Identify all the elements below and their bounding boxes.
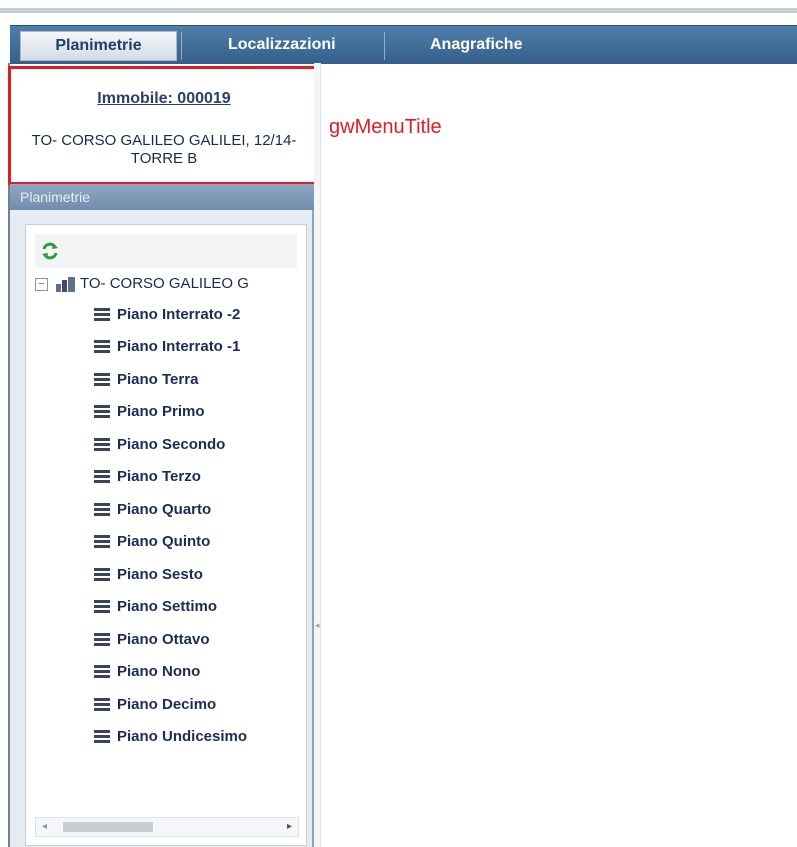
layers-icon [94, 438, 110, 451]
layers-icon [94, 600, 110, 613]
tree-root-label: TO- CORSO GALILEO G [80, 275, 249, 292]
floor-label: Piano Secondo [117, 436, 226, 453]
floor-label: Piano Decimo [117, 696, 217, 713]
tab-bar: Planimetrie Localizzazioni Anagrafiche [10, 25, 797, 64]
panel-header[interactable]: Planimetrie [10, 184, 314, 210]
top-strip [0, 0, 797, 13]
tab-separator [384, 32, 385, 60]
layers-icon [94, 698, 110, 711]
layers-icon [94, 308, 110, 321]
tab-anagrafiche[interactable]: Anagrafiche [430, 26, 522, 64]
tab-localizzazioni[interactable]: Localizzazioni [228, 26, 336, 64]
floor-label: Piano Interrato -2 [117, 306, 241, 323]
floor-label: Piano Terra [117, 371, 199, 388]
floor-label: Piano Quinto [117, 533, 211, 550]
layers-icon [94, 633, 110, 646]
floor-label: Piano Settimo [117, 598, 218, 615]
floor-label: Piano Sesto [117, 566, 203, 583]
floor-label: Piano Ottavo [117, 631, 210, 648]
scroll-left-icon[interactable]: ◂ [42, 821, 47, 832]
floor-label: Piano Nono [117, 663, 201, 680]
refresh-icon[interactable] [39, 240, 61, 262]
floor-tree: − TO- CORSO GALILEO G Piano Interrato -2… [25, 224, 307, 846]
layers-icon [94, 665, 110, 678]
tab-planimetrie[interactable]: Planimetrie [20, 31, 177, 61]
layers-icon [94, 405, 110, 418]
collapse-icon[interactable]: − [35, 278, 48, 291]
layers-icon [94, 373, 110, 386]
tree-toolbar [35, 234, 297, 268]
layers-icon [94, 568, 110, 581]
floor-label: Piano Terzo [117, 468, 201, 485]
layers-icon [94, 470, 110, 483]
splitter[interactable] [314, 63, 321, 847]
panel-header-title: Planimetrie [20, 189, 91, 205]
floor-label: Piano Undicesimo [117, 728, 248, 745]
planimetrie-panel: − TO- CORSO GALILEO G Piano Interrato -2… [10, 210, 314, 847]
immobile-address: TO- CORSO GALILEO GALILEI, 12/14- TORRE … [31, 132, 297, 167]
layers-icon [94, 730, 110, 743]
horizontal-scrollbar[interactable]: ◂ ▸ [35, 817, 299, 837]
annotation-label: gwMenuTitle [329, 116, 442, 138]
splitter-grip-icon[interactable]: ◂ [315, 620, 320, 631]
scroll-right-icon[interactable]: ▸ [287, 821, 292, 832]
tab-separator [181, 32, 182, 60]
building-icon [56, 277, 75, 292]
floor-label: Piano Quarto [117, 501, 212, 518]
immobile-link[interactable]: Immobile: 000019 [11, 90, 317, 108]
layers-icon [94, 503, 110, 516]
layers-icon [94, 340, 110, 353]
floor-label: Piano Primo [117, 403, 205, 420]
scrollbar-thumb[interactable] [63, 822, 153, 832]
floor-label: Piano Interrato -1 [117, 338, 241, 355]
layers-icon [94, 535, 110, 548]
menu-title-box: Immobile: 000019 TO- CORSO GALILEO GALIL… [8, 66, 320, 185]
